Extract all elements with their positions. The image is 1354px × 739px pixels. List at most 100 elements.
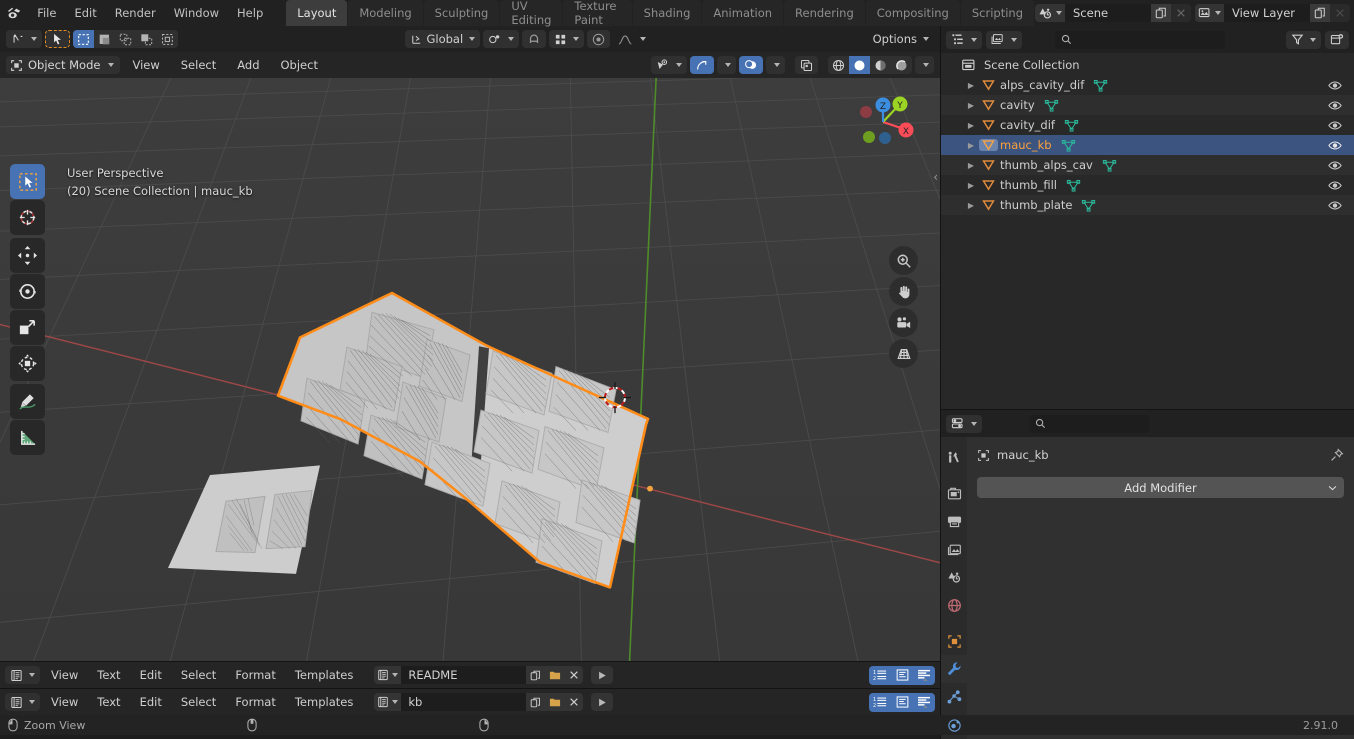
line-numbers-icon[interactable]: 1 2	[869, 665, 891, 685]
close-x-icon[interactable]	[564, 666, 584, 684]
text1-menu-edit[interactable]: Edit	[132, 666, 170, 684]
object-square-tab[interactable]	[941, 627, 967, 655]
toggle-ortho-icon[interactable]	[889, 339, 918, 368]
cursor-tool[interactable]	[10, 200, 45, 235]
view-layer-icon[interactable]	[1195, 4, 1224, 22]
tool-tab[interactable]	[941, 443, 967, 471]
text1-menu-text[interactable]: Text	[89, 666, 128, 684]
eye-icon[interactable]	[1328, 195, 1342, 215]
magnet-icon[interactable]	[522, 30, 547, 48]
viewport-menu-add[interactable]: Add	[228, 56, 268, 74]
run-script-icon[interactable]	[591, 666, 614, 684]
workspace-tab-rendering[interactable]: Rendering	[784, 0, 865, 26]
expand-arrow-icon[interactable]: ▶	[963, 141, 979, 150]
text2-menu-select[interactable]: Select	[173, 693, 224, 711]
line-numbers-icon[interactable]: 1 2	[869, 692, 891, 712]
syntax-highlight-icon[interactable]	[913, 692, 935, 712]
word-wrap-icon[interactable]	[891, 692, 913, 712]
text1-menu-templates[interactable]: Templates	[287, 666, 361, 684]
gizmo-dropdown[interactable]	[717, 56, 736, 74]
expand-arrow-icon[interactable]: ▶	[963, 121, 979, 130]
menu-render[interactable]: Render	[106, 3, 165, 23]
viewport-menu-select[interactable]: Select	[172, 56, 225, 74]
viewport-menu-object[interactable]: Object	[272, 56, 327, 74]
text-datablock-icon[interactable]	[374, 666, 402, 684]
close-x-icon[interactable]	[564, 693, 584, 711]
axis-gizmo[interactable]: X Y Z	[848, 84, 918, 158]
snap-increment-dropdown[interactable]	[549, 30, 585, 48]
modifier-wrench-tab[interactable]	[941, 655, 967, 683]
camera-view-icon[interactable]	[889, 308, 918, 337]
viewport-menu-view[interactable]: View	[123, 56, 168, 74]
workspace-tab-texture-paint[interactable]: Texture Paint	[563, 0, 632, 27]
workspace-tab-uv-editing[interactable]: UV Editing	[500, 0, 563, 27]
new-text-icon[interactable]	[526, 666, 546, 684]
output-printer-tab[interactable]	[941, 507, 967, 535]
wireframe-icon[interactable]	[828, 56, 849, 74]
menu-window[interactable]: Window	[165, 3, 228, 23]
text2-menu-text[interactable]: Text	[89, 693, 128, 711]
zoom-icon[interactable]	[889, 246, 918, 275]
text1-datablock[interactable]: README	[374, 666, 584, 684]
expand-arrow-icon[interactable]: ▶	[963, 201, 979, 210]
xray-toggle-icon[interactable]	[795, 56, 818, 74]
filter-id-icon[interactable]	[986, 30, 1022, 49]
add-modifier-button[interactable]: Add Modifier	[977, 477, 1344, 498]
scene-name[interactable]: Scene	[1065, 4, 1151, 22]
workspace-tab-shading[interactable]: Shading	[632, 0, 702, 26]
outliner-item-mauc-kb[interactable]: ▶ mauc_kb	[941, 135, 1354, 155]
render-camera-tab[interactable]	[941, 479, 967, 507]
viewport-options-dropdown[interactable]: Options	[868, 30, 934, 48]
menu-edit[interactable]: Edit	[65, 3, 105, 23]
select-box-cursor-icon[interactable]	[45, 30, 70, 48]
text1-filename[interactable]: README	[401, 666, 527, 684]
text2-menu-view[interactable]: View	[43, 693, 86, 711]
eye-icon[interactable]	[1328, 95, 1342, 115]
transform-tool[interactable]	[10, 346, 45, 381]
select-box-icon[interactable]	[73, 30, 94, 48]
outliner-item-thumb-plate[interactable]: ▶ thumb_plate	[941, 195, 1354, 215]
text1-menu-format[interactable]: Format	[227, 666, 284, 684]
outliner-item-cavity-dif[interactable]: ▶ cavity_dif	[941, 115, 1354, 135]
particles-tab[interactable]	[941, 683, 967, 711]
word-wrap-icon[interactable]	[891, 665, 913, 685]
filter-funnel-icon[interactable]	[1285, 30, 1321, 49]
workspace-tab-modeling[interactable]: Modeling	[348, 0, 423, 26]
text1-menu-view[interactable]: View	[43, 666, 86, 684]
close-x-icon[interactable]	[1171, 4, 1191, 22]
world-globe-tab[interactable]	[941, 591, 967, 619]
solid-icon[interactable]	[849, 56, 870, 74]
expand-arrow-icon[interactable]: ▶	[963, 81, 979, 90]
outliner-item-thumb-fill[interactable]: ▶ thumb_fill	[941, 175, 1354, 195]
eye-icon[interactable]	[1328, 155, 1342, 175]
expand-arrow-icon[interactable]: ▶	[963, 161, 979, 170]
pan-hand-icon[interactable]	[889, 277, 918, 306]
transform-orientation-dropdown[interactable]: Global	[405, 30, 481, 48]
editor-type-properties-icon[interactable]	[946, 414, 982, 433]
syntax-highlight-icon[interactable]	[913, 665, 935, 685]
shading-dropdown[interactable]	[915, 56, 934, 74]
editor-type-text-icon[interactable]	[5, 693, 40, 711]
expand-arrow-icon[interactable]: ▶	[963, 181, 979, 190]
select-lasso-icon[interactable]	[115, 30, 136, 48]
annotate-tool[interactable]	[10, 384, 45, 419]
text1-menu-select[interactable]: Select	[173, 666, 224, 684]
gizmo-icon[interactable]	[690, 56, 714, 74]
editor-type-3dview-icon[interactable]	[6, 30, 42, 48]
select-extend-icon[interactable]	[136, 30, 157, 48]
outliner-search-input[interactable]	[1054, 30, 1225, 49]
workspace-tab-scripting[interactable]: Scripting	[960, 0, 1034, 26]
sidebar-collapse-arrow-icon[interactable]: ‹	[933, 170, 938, 184]
eye-icon[interactable]	[1328, 135, 1342, 155]
editor-type-text-icon[interactable]	[5, 666, 40, 684]
menu-help[interactable]: Help	[228, 3, 272, 23]
duplicate-icon[interactable]	[1151, 4, 1171, 22]
scale-tool[interactable]	[10, 310, 45, 345]
blender-logo-icon[interactable]	[0, 5, 28, 22]
select-circle-icon[interactable]	[94, 30, 115, 48]
object-mode-dropdown[interactable]: Object Mode	[6, 56, 121, 74]
scene-icon[interactable]	[1035, 4, 1065, 22]
new-text-icon[interactable]	[526, 693, 546, 711]
eye-icon[interactable]	[1328, 115, 1342, 135]
view-layer-datablock[interactable]: View Layer	[1195, 4, 1350, 22]
